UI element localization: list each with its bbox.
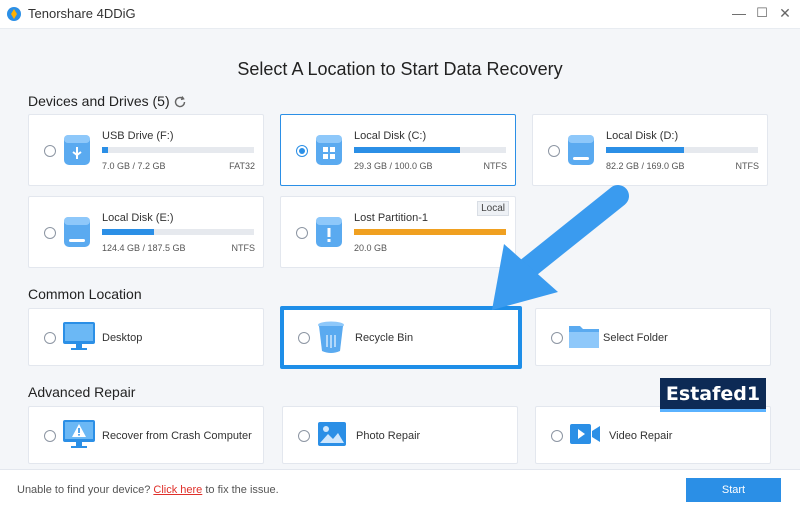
location-radio[interactable] — [551, 332, 563, 344]
close-button[interactable]: ✕ — [775, 3, 795, 23]
drive-usage-bar — [102, 147, 254, 153]
drive-name: Local Disk (E:) — [102, 212, 174, 224]
app-title: Tenorshare 4DDiG — [28, 6, 136, 21]
photo-icon — [318, 422, 346, 446]
drive-card-local-e[interactable]: Local Disk (E:) 124.4 GB / 187.5 GB NTFS — [28, 196, 264, 268]
lost-partition-icon — [316, 217, 342, 247]
drive-radio[interactable] — [44, 145, 56, 157]
drive-filesystem: NTFS — [231, 243, 256, 253]
drive-card-local-c[interactable]: Local Disk (C:) 29.3 GB / 100.0 GB NTFS — [280, 114, 516, 186]
drive-radio-selected[interactable] — [296, 145, 308, 157]
repair-radio[interactable] — [551, 430, 563, 442]
drive-size: 82.2 GB / 169.0 GB — [606, 161, 685, 171]
footer-suffix: to fix the issue. — [202, 484, 279, 496]
watermark-logo: Estafed1 — [660, 378, 766, 412]
repair-label: Video Repair — [609, 430, 673, 442]
drive-filesystem: FAT32 — [229, 161, 255, 171]
footer-message: Unable to find your device? Click here t… — [17, 484, 279, 496]
location-label: Select Folder — [603, 332, 668, 344]
drive-usage-bar — [354, 147, 506, 153]
crash-computer-icon — [63, 420, 95, 448]
location-radio[interactable] — [44, 332, 56, 344]
repair-card-photo[interactable]: Photo Repair — [282, 406, 518, 464]
repair-label: Photo Repair — [356, 430, 421, 442]
repair-card-video[interactable]: Video Repair — [535, 406, 771, 464]
start-button[interactable]: Start — [686, 478, 781, 502]
app-logo-icon — [7, 7, 21, 21]
repair-label: Recover from Crash Computer — [102, 430, 252, 442]
drive-size: 29.3 GB / 100.0 GB — [354, 161, 433, 171]
drive-radio[interactable] — [548, 145, 560, 157]
drive-usage-bar — [606, 147, 758, 153]
usb-drive-icon — [64, 135, 90, 165]
location-radio[interactable] — [298, 332, 310, 344]
drive-size: 124.4 GB / 187.5 GB — [102, 243, 186, 253]
location-label: Recycle Bin — [355, 332, 414, 344]
drive-name: Local Disk (C:) — [354, 130, 427, 142]
click-here-link[interactable]: Click here — [153, 484, 202, 496]
drive-name: USB Drive (F:) — [102, 130, 174, 142]
location-card-desktop[interactable]: Desktop — [28, 308, 264, 366]
drive-card-usb-f[interactable]: USB Drive (F:) 7.0 GB / 7.2 GB FAT32 — [28, 114, 264, 186]
repair-card-crash-computer[interactable]: Recover from Crash Computer — [28, 406, 264, 464]
footer-prefix: Unable to find your device? — [17, 484, 154, 496]
section-devices-title: Devices and Drives (5) — [28, 93, 170, 109]
disk-drive-icon — [568, 135, 594, 165]
drive-filesystem: NTFS — [483, 161, 508, 171]
drive-filesystem: NTFS — [735, 161, 760, 171]
disk-drive-icon — [64, 217, 90, 247]
drive-usage-bar — [102, 229, 254, 235]
maximize-button[interactable]: ☐ — [752, 3, 772, 23]
refresh-icon[interactable] — [173, 95, 187, 109]
drive-name: Local Disk (D:) — [606, 130, 679, 142]
repair-radio[interactable] — [298, 430, 310, 442]
title-bar: Tenorshare 4DDiG — ☐ ✕ — [0, 0, 800, 28]
repair-radio[interactable] — [44, 430, 56, 442]
drive-radio[interactable] — [44, 227, 56, 239]
pointer-arrow-icon — [492, 185, 629, 310]
drive-name: Lost Partition-1 — [354, 212, 428, 224]
drive-card-local-d[interactable]: Local Disk (D:) 82.2 GB / 169.0 GB NTFS — [532, 114, 768, 186]
location-label: Desktop — [102, 332, 143, 344]
drive-size: 7.0 GB / 7.2 GB — [102, 161, 166, 171]
recycle-bin-icon — [318, 321, 344, 353]
desktop-icon — [63, 322, 95, 350]
section-advanced-title: Advanced Repair — [28, 384, 136, 400]
drive-radio[interactable] — [296, 227, 308, 239]
drive-size: 20.0 GB — [354, 243, 388, 253]
video-icon — [570, 424, 600, 444]
page-title: Select A Location to Start Data Recovery — [237, 59, 563, 79]
minimize-button[interactable]: — — [729, 3, 749, 23]
footer-bar: Unable to find your device? Click here t… — [0, 469, 800, 509]
windows-drive-icon — [316, 135, 342, 165]
section-common-title: Common Location — [28, 286, 142, 302]
